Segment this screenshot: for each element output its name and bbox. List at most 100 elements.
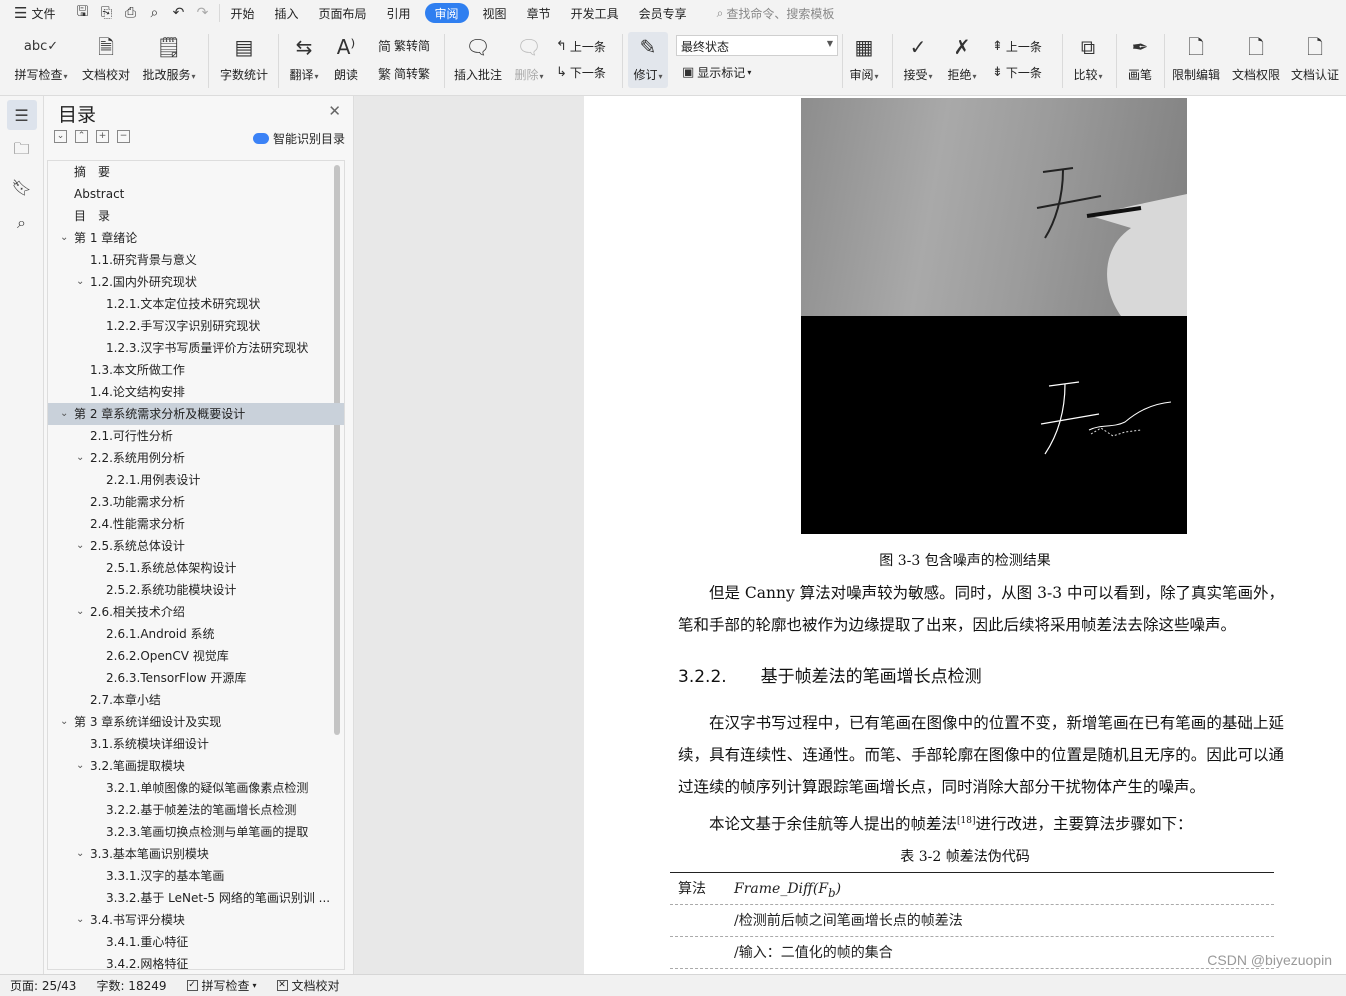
status-spellcheck[interactable]: ✓ 拼写检查 ▾ bbox=[177, 977, 267, 994]
toc-item[interactable]: ⌄ 3.2.笔画提取模块 bbox=[48, 755, 344, 777]
toc-item[interactable]: Abstract bbox=[48, 183, 344, 205]
toc-item[interactable]: 3.3.2.基于 LeNet-5 网络的笔画识别训 ... bbox=[48, 887, 344, 909]
doc-proof-button[interactable]: 🗎 文档校对 bbox=[80, 32, 132, 83]
toc-item[interactable]: 3.4.2.网格特征 bbox=[48, 953, 344, 969]
toc-item[interactable]: 2.6.1.Android 系统 bbox=[48, 623, 344, 645]
status-proof[interactable]: ✕ 文档校对 bbox=[267, 977, 350, 994]
toc-item[interactable]: 1.1.研究背景与意义 bbox=[48, 249, 344, 271]
next-comment-button[interactable]: ↳ 下一条 bbox=[556, 64, 606, 81]
toc-item[interactable]: 2.3.功能需求分析 bbox=[48, 491, 344, 513]
toc-item[interactable]: 1.2.3.汉字书写质量评价方法研究现状 bbox=[48, 337, 344, 359]
preview-icon[interactable]: ⌕ bbox=[143, 2, 165, 24]
prev-comment-button[interactable]: ↰ 上一条 bbox=[556, 38, 606, 55]
add-icon[interactable]: + bbox=[96, 130, 109, 143]
next-change-button[interactable]: ⇟ 下一条 bbox=[992, 64, 1042, 81]
toc-item[interactable]: ⌄ 1.2.国内外研究现状 bbox=[48, 271, 344, 293]
chevron-down-icon[interactable]: ⌄ bbox=[76, 755, 84, 777]
tab-2[interactable]: 页面布局 bbox=[309, 0, 377, 26]
reject-button[interactable]: ✗ 拒绝▾ bbox=[944, 32, 980, 83]
toc-item[interactable]: ⌄ 2.2.系统用例分析 bbox=[48, 447, 344, 469]
collapse-all-icon[interactable]: ⌄ bbox=[54, 130, 67, 143]
close-icon[interactable]: ✕ bbox=[328, 102, 341, 120]
toc-item[interactable]: ⌄ 2.6.相关技术介绍 bbox=[48, 601, 344, 623]
toc-item[interactable]: 2.6.2.OpenCV 视觉库 bbox=[48, 645, 344, 667]
citation[interactable]: [18] bbox=[957, 816, 975, 826]
word-count-button[interactable]: ▤ 字数统计 bbox=[218, 32, 270, 83]
chevron-down-icon[interactable]: ⌄ bbox=[76, 447, 84, 469]
delete-comment-button[interactable]: 🗨 删除▾ bbox=[510, 32, 548, 83]
chevron-down-icon[interactable]: ⌄ bbox=[76, 535, 84, 557]
tab-3[interactable]: 引用 bbox=[377, 0, 421, 26]
tab-5[interactable]: 视图 bbox=[473, 0, 517, 26]
toc-item[interactable]: 1.2.2.手写汉字识别研究现状 bbox=[48, 315, 344, 337]
undo-icon[interactable]: ↶ bbox=[167, 2, 189, 24]
chevron-down-icon[interactable]: ⌄ bbox=[60, 711, 68, 733]
chevron-down-icon[interactable]: ⌄ bbox=[60, 403, 68, 425]
tab-0[interactable]: 开始 bbox=[220, 0, 264, 26]
toc-item[interactable]: 2.5.2.系统功能模块设计 bbox=[48, 579, 344, 601]
toc-item[interactable]: ⌄ 2.5.系统总体设计 bbox=[48, 535, 344, 557]
toc-item[interactable]: 2.4.性能需求分析 bbox=[48, 513, 344, 535]
toc-item[interactable]: ⌄ 3.3.基本笔画识别模块 bbox=[48, 843, 344, 865]
toc-item[interactable]: 1.4.论文结构安排 bbox=[48, 381, 344, 403]
toc-item[interactable]: 3.1.系统模块详细设计 bbox=[48, 733, 344, 755]
toc-item[interactable]: 2.7.本章小结 bbox=[48, 689, 344, 711]
export-icon[interactable]: ⎘ bbox=[95, 2, 117, 24]
redo-icon[interactable]: ↷ bbox=[191, 2, 213, 24]
spellcheck-button[interactable]: abc✓ 拼写检查▾ bbox=[12, 32, 70, 83]
toc-item[interactable]: 3.2.1.单帧图像的疑似笔画像素点检测 bbox=[48, 777, 344, 799]
toc-item[interactable]: 摘 要 bbox=[48, 161, 344, 183]
chevron-down-icon[interactable]: ⌄ bbox=[76, 601, 84, 623]
toc-item[interactable]: ⌄ 第 1 章绪论 bbox=[48, 227, 344, 249]
expand-all-icon[interactable]: ⌃ bbox=[75, 130, 88, 143]
compare-button[interactable]: ⧉ 比较▾ bbox=[1068, 32, 1108, 83]
page-indicator[interactable]: 页面: 25/43 bbox=[0, 977, 86, 994]
toc-item[interactable]: ⌄ 第 3 章系统详细设计及实现 bbox=[48, 711, 344, 733]
tab-6[interactable]: 章节 bbox=[517, 0, 561, 26]
display-state-select[interactable]: 最终状态 ▼ bbox=[676, 35, 838, 56]
toc-item[interactable]: 1.2.1.文本定位技术研究现状 bbox=[48, 293, 344, 315]
tab-4[interactable]: 审阅 bbox=[424, 3, 469, 23]
print-icon[interactable]: ⎙ bbox=[119, 2, 141, 24]
read-aloud-button[interactable]: A⁾ 朗读 bbox=[330, 32, 362, 83]
file-menu[interactable]: ☰ 文件 bbox=[0, 0, 65, 26]
restrict-edit-button[interactable]: 🗋 限制编辑 bbox=[1170, 32, 1222, 83]
prev-change-button[interactable]: ⇞ 上一条 bbox=[992, 38, 1042, 55]
tab-1[interactable]: 插入 bbox=[264, 0, 308, 26]
search-icon[interactable]: ⌕ bbox=[7, 208, 37, 238]
sections-icon[interactable]: 🗀 bbox=[7, 136, 37, 166]
review-button[interactable]: ▦ 审阅▾ bbox=[846, 32, 882, 83]
chevron-down-icon[interactable]: ⌄ bbox=[76, 271, 84, 293]
show-markup-button[interactable]: ▣ 显示标记 ▾ bbox=[682, 64, 751, 81]
toc-item[interactable]: 2.6.3.TensorFlow 开源库 bbox=[48, 667, 344, 689]
chevron-down-icon[interactable]: ⌄ bbox=[76, 843, 84, 865]
toc-item[interactable]: 2.2.1.用例表设计 bbox=[48, 469, 344, 491]
simp-to-trad-button[interactable]: 繁 简转繁 bbox=[378, 64, 430, 83]
annotate-service-button[interactable]: 🗒 批改服务▾ bbox=[140, 32, 198, 83]
toc-item[interactable]: ⌄ 3.4.书写评分模块 bbox=[48, 909, 344, 931]
tab-7[interactable]: 开发工具 bbox=[561, 0, 629, 26]
smart-toc-button[interactable]: 智能识别目录 bbox=[252, 130, 345, 147]
outline-icon[interactable]: ☰ bbox=[6, 100, 37, 130]
toc-item[interactable]: 2.5.1.系统总体架构设计 bbox=[48, 557, 344, 579]
remove-icon[interactable]: − bbox=[117, 130, 130, 143]
doc-permission-button[interactable]: 🗋 文档权限 bbox=[1230, 32, 1282, 83]
ink-button[interactable]: ✒ 画笔 bbox=[1122, 32, 1158, 83]
bookmark-icon[interactable]: 🔖︎ bbox=[7, 172, 37, 202]
toc-item[interactable]: 3.4.1.重心特征 bbox=[48, 931, 344, 953]
chevron-down-icon[interactable]: ⌄ bbox=[60, 227, 68, 249]
insert-comment-button[interactable]: 🗨 插入批注 bbox=[452, 32, 504, 83]
word-count-indicator[interactable]: 字数: 18249 bbox=[86, 977, 176, 994]
toc-item[interactable]: 2.1.可行性分析 bbox=[48, 425, 344, 447]
toc-item[interactable]: 3.3.1.汉字的基本笔画 bbox=[48, 865, 344, 887]
toc-item[interactable]: ⌄ 第 2 章系统需求分析及概要设计 bbox=[48, 403, 344, 425]
chevron-down-icon[interactable]: ⌄ bbox=[76, 909, 84, 931]
track-changes-button[interactable]: ✎ 修订▾ bbox=[628, 32, 668, 88]
toc-item[interactable]: 3.2.2.基于帧差法的笔画增长点检测 bbox=[48, 799, 344, 821]
translate-button[interactable]: ⇆ 翻译▾ bbox=[286, 32, 322, 83]
toc-item[interactable]: 目 录 bbox=[48, 205, 344, 227]
toc-item[interactable]: 1.3.本文所做工作 bbox=[48, 359, 344, 381]
doc-certify-button[interactable]: 🗋 文档认证 bbox=[1288, 32, 1342, 83]
save-icon[interactable]: 🖫 bbox=[71, 2, 93, 24]
toc-item[interactable]: 3.2.3.笔画切换点检测与单笔画的提取 bbox=[48, 821, 344, 843]
